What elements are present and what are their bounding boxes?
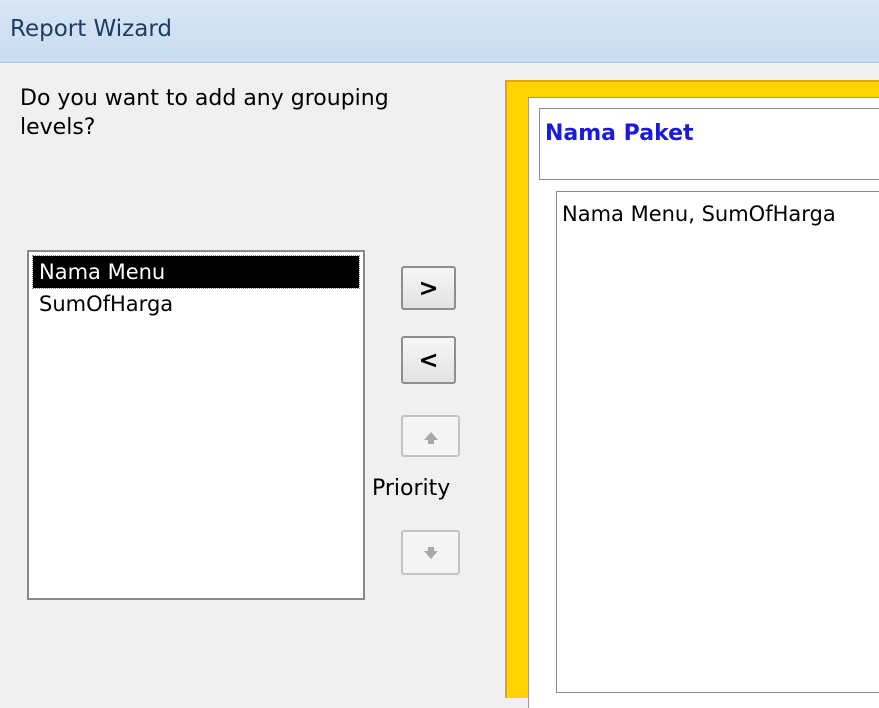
add-grouping-button[interactable]: > — [401, 266, 456, 310]
preview-panel: Nama Paket Nama Menu, SumOfHarga — [528, 97, 879, 708]
window-title: Report Wizard — [10, 16, 172, 42]
arrow-up-icon — [423, 432, 438, 444]
grouping-question: Do you want to add any grouping levels? — [20, 86, 389, 140]
available-fields-list[interactable]: Nama Menu SumOfHarga — [27, 250, 365, 600]
detail-fields-box: Nama Menu, SumOfHarga — [556, 191, 879, 693]
priority-up-button[interactable] — [401, 415, 460, 457]
priority-label: Priority — [372, 476, 451, 501]
group-level-box: Nama Paket — [539, 108, 879, 180]
title-bar: Report Wizard — [0, 0, 879, 63]
preview-frame: Nama Paket Nama Menu, SumOfHarga — [505, 80, 879, 708]
arrow-down-icon — [423, 546, 438, 559]
detail-fields-label: Nama Menu, SumOfHarga — [562, 202, 836, 226]
priority-down-button[interactable] — [401, 530, 460, 575]
remove-grouping-button[interactable]: < — [401, 336, 456, 384]
group-level-label: Nama Paket — [545, 121, 694, 146]
field-item-nama-menu[interactable]: Nama Menu — [32, 255, 360, 289]
field-item-sumofharga[interactable]: SumOfHarga — [33, 288, 359, 320]
